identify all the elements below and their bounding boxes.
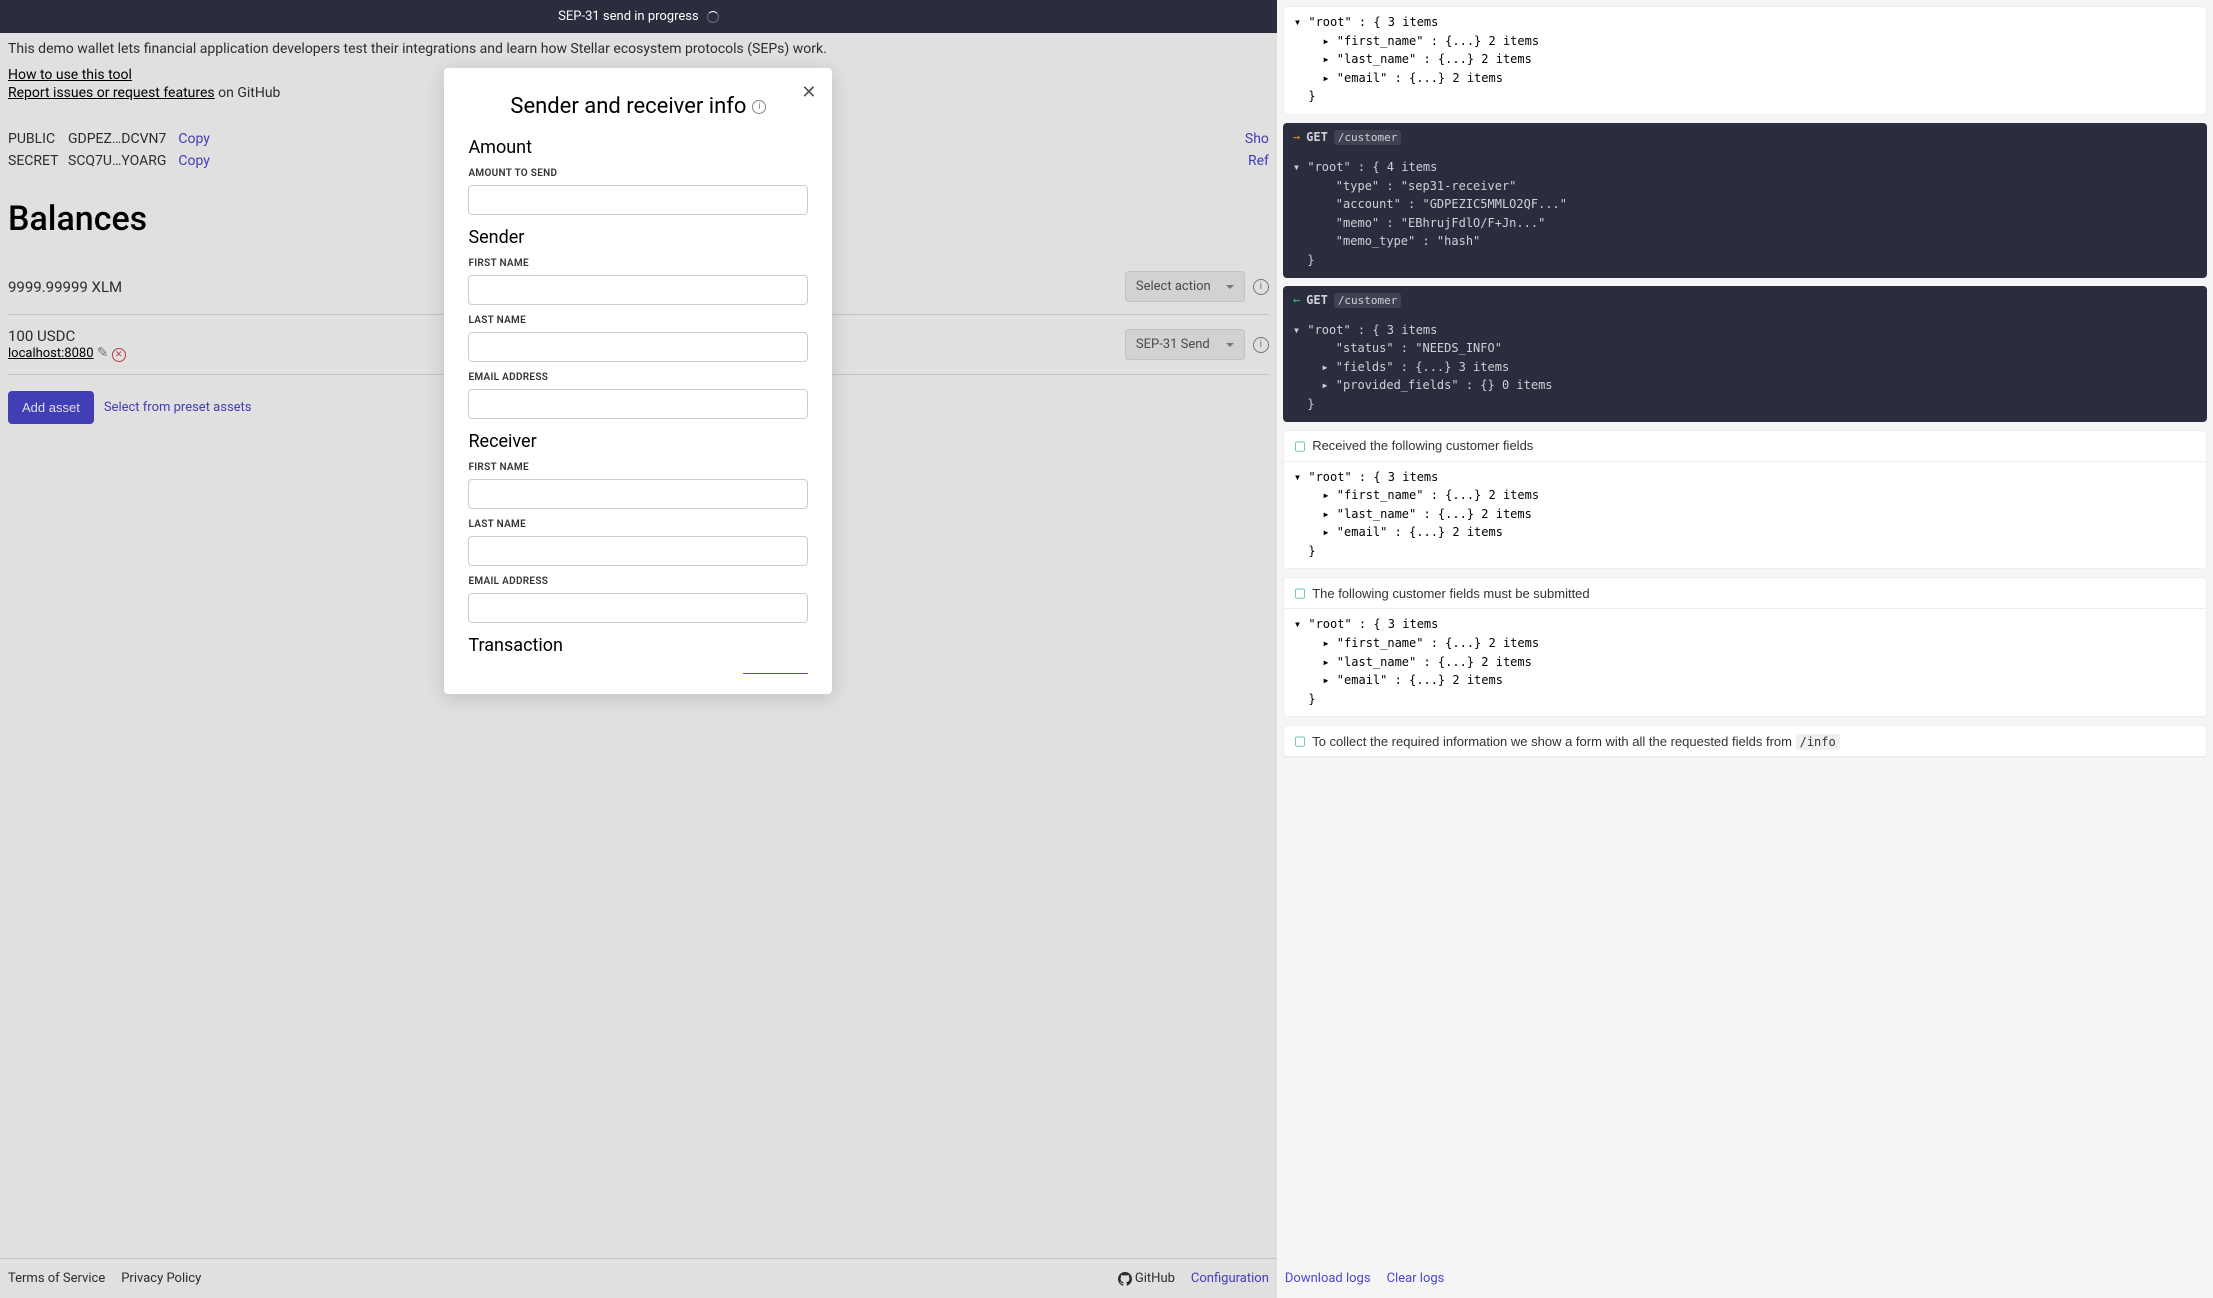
sender-email-label: EMAIL ADDRESS <box>468 372 808 383</box>
modal-scrim[interactable]: ✕ Sender and receiver info i Amount AMOU… <box>0 33 1277 1298</box>
sender-section: Sender <box>468 227 808 248</box>
modal-title: Sender and receiver info i <box>468 94 808 119</box>
sender-first-name-input[interactable] <box>468 275 808 305</box>
json-line: } <box>1294 87 2196 106</box>
receiver-email-label: EMAIL ADDRESS <box>468 576 808 587</box>
json-line[interactable]: ▸ "first_name" : {...} 2 items <box>1294 634 2196 653</box>
log-card: ▾ "root" : { 3 items ▸ "first_name" : {.… <box>1283 6 2207 115</box>
spinner-icon <box>707 11 719 23</box>
close-button[interactable]: ✕ <box>801 82 816 103</box>
log-card-message: ▢ The following customer fields must be … <box>1283 577 2207 717</box>
json-line[interactable]: ▸ "email" : {...} 2 items <box>1294 523 2196 542</box>
receiver-first-name-input[interactable] <box>468 479 808 509</box>
log-message: Received the following customer fields <box>1312 438 1533 453</box>
json-line[interactable]: ▾ "root" : { 3 items <box>1293 321 2197 340</box>
message-icon: ▢ <box>1294 585 1306 601</box>
json-line[interactable]: ▸ "last_name" : {...} 2 items <box>1294 50 2196 69</box>
sender-first-name-label: FIRST NAME <box>468 258 808 269</box>
json-line: "status" : "NEEDS_INFO" <box>1293 339 2197 358</box>
json-line: } <box>1293 395 2197 414</box>
amount-section: Amount <box>468 137 808 158</box>
receiver-section: Receiver <box>468 431 808 452</box>
info-icon[interactable]: i <box>752 100 766 114</box>
http-path: /customer <box>1334 130 1402 145</box>
receiver-first-name-label: FIRST NAME <box>468 462 808 473</box>
arrow-in-icon: ← <box>1293 293 1300 307</box>
log-card-message: ▢ Received the following customer fields… <box>1283 430 2207 570</box>
json-line[interactable]: ▸ "fields" : {...} 3 items <box>1293 358 2197 377</box>
json-line[interactable]: ▸ "email" : {...} 2 items <box>1294 69 2196 88</box>
http-method: GET <box>1306 293 1328 307</box>
clear-logs-link[interactable]: Clear logs <box>1387 1271 1445 1286</box>
json-line: } <box>1294 690 2196 709</box>
log-panel[interactable]: ▾ "root" : { 3 items ▸ "first_name" : {.… <box>1277 0 2213 1259</box>
divider <box>743 666 808 674</box>
json-line[interactable]: ▸ "last_name" : {...} 2 items <box>1294 653 2196 672</box>
json-line: "account" : "GDPEZIC5MMLO2QF..." <box>1293 195 2197 214</box>
message-icon: ▢ <box>1294 438 1306 454</box>
json-line[interactable]: ▸ "first_name" : {...} 2 items <box>1294 486 2196 505</box>
transaction-section: Transaction <box>468 635 808 656</box>
status-text: SEP-31 send in progress <box>558 9 699 24</box>
log-footer: Download logs Clear logs <box>1277 1259 2213 1298</box>
json-line[interactable]: ▾ "root" : { 3 items <box>1294 468 2196 487</box>
modal: ✕ Sender and receiver info i Amount AMOU… <box>444 68 832 694</box>
log-message: To collect the required information we s… <box>1312 734 1840 749</box>
json-line[interactable]: ▾ "root" : { 4 items <box>1293 158 2197 177</box>
download-logs-link[interactable]: Download logs <box>1285 1271 1371 1286</box>
log-card-request: → GET /customer ▾ "root" : { 4 items "ty… <box>1283 123 2207 278</box>
status-bar: SEP-31 send in progress <box>0 0 1277 33</box>
receiver-email-input[interactable] <box>468 593 808 623</box>
json-line: } <box>1294 542 2196 561</box>
inline-code: /info <box>1796 734 1840 750</box>
arrow-out-icon: → <box>1293 130 1300 144</box>
json-line[interactable]: ▸ "email" : {...} 2 items <box>1294 671 2196 690</box>
http-path: /customer <box>1334 293 1402 308</box>
json-line: "memo" : "EBhrujFdlO/F+Jn..." <box>1293 214 2197 233</box>
amount-to-send-input[interactable] <box>468 185 808 215</box>
json-line: "memo_type" : "hash" <box>1293 232 2197 251</box>
http-method: GET <box>1306 130 1328 144</box>
json-line[interactable]: ▾ "root" : { 3 items <box>1294 615 2196 634</box>
sender-last-name-input[interactable] <box>468 332 808 362</box>
amount-to-send-label: AMOUNT TO SEND <box>468 168 808 179</box>
json-line: "type" : "sep31-receiver" <box>1293 177 2197 196</box>
log-card-message: ▢ To collect the required information we… <box>1283 725 2207 758</box>
message-icon: ▢ <box>1294 733 1306 749</box>
json-line[interactable]: ▸ "first_name" : {...} 2 items <box>1294 32 2196 51</box>
log-card-response: ← GET /customer ▾ "root" : { 3 items "st… <box>1283 286 2207 422</box>
json-line[interactable]: ▾ "root" : { 3 items <box>1294 13 2196 32</box>
json-line[interactable]: ▸ "provided_fields" : {} 0 items <box>1293 376 2197 395</box>
json-line: } <box>1293 251 2197 270</box>
sender-last-name-label: LAST NAME <box>468 315 808 326</box>
sender-email-input[interactable] <box>468 389 808 419</box>
receiver-last-name-label: LAST NAME <box>468 519 808 530</box>
json-line[interactable]: ▸ "last_name" : {...} 2 items <box>1294 505 2196 524</box>
receiver-last-name-input[interactable] <box>468 536 808 566</box>
log-message: The following customer fields must be su… <box>1312 586 1589 601</box>
